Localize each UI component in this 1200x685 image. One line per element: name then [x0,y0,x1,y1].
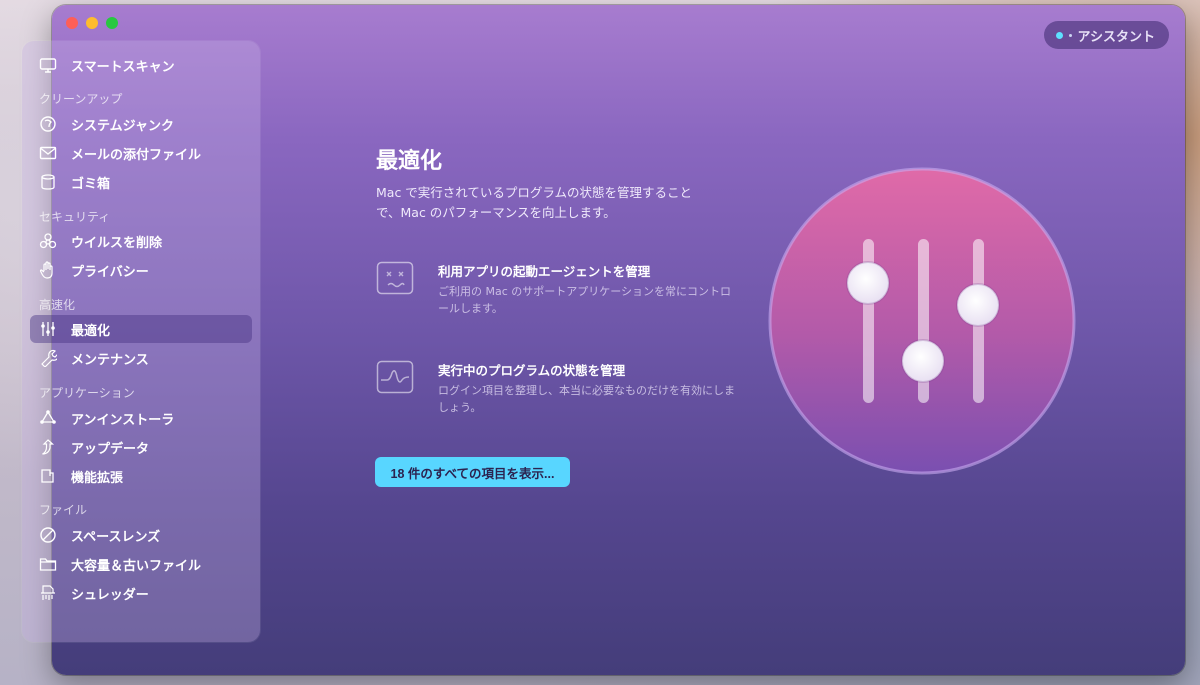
sidebar-item-label: メンテナンス [71,352,149,368]
sidebar-item-mail-attachments[interactable]: メールの添付ファイル [30,139,252,167]
sidebar-item-large-old-files[interactable]: 大容量＆古いファイル [30,550,252,578]
feature-running-programs: 実行中のプログラムの状態を管理 ログイン項目を整理し、本当に必要なものだけを有効… [376,360,746,420]
assistant-button[interactable]: アシスタント [1043,21,1169,49]
page-title: 最適化 [376,149,443,174]
sidebar-item-privacy[interactable]: プライバシー [30,256,252,284]
biohazard-icon [39,232,57,250]
sidebar-item-label: ゴミ箱 [71,176,111,192]
envelope-icon [39,144,57,162]
sidebar-item-label: スマートスキャン [71,59,175,75]
sidebar-item-label: ウイルスを削除 [71,235,163,251]
sidebar-item-label: アップデータ [71,441,150,457]
sidebar-item-label: システムジャンク [71,118,174,134]
sidebar-item-maintenance[interactable]: メンテナンス [30,344,252,372]
feature-launch-agents: 利用アプリの起動エージェントを管理 ご利用の Mac のサポートアプリケーション… [376,261,746,321]
zoom-window-button[interactable] [106,17,118,29]
sidebar-item-label: 最適化 [71,323,111,339]
minimize-window-button[interactable] [86,17,98,29]
sidebar-item-label: プライバシー [71,264,149,280]
monitor-icon [39,56,57,74]
sidebar-item-space-lens[interactable]: スペースレンズ [30,521,252,549]
sidebar-item-optimization[interactable]: 最適化 [30,315,252,343]
sidebar-item-label: アンインストーラ [71,412,175,428]
sidebar-section-speed: 高速化 [39,298,76,312]
close-window-button[interactable] [66,17,78,29]
hand-icon [39,261,57,279]
sidebar-section-cleanup: クリーンアップ [39,92,123,106]
feature-title: 利用アプリの起動エージェントを管理 [438,264,651,279]
assistant-status-icon [1055,31,1063,39]
sidebar-section-applications: アプリケーション [39,386,135,400]
dizzy-face-icon [376,261,414,295]
sidebar-item-extensions[interactable]: 機能拡張 [30,462,252,490]
sliders-icon [39,320,57,338]
activity-graph-icon [376,360,414,394]
sidebar-section-files: ファイル [39,503,88,517]
sidebar-section-security: セキュリティ [39,210,111,224]
shredder-icon [39,584,57,602]
space-lens-icon [39,526,57,544]
sidebar-item-shredder[interactable]: シュレッダー [30,579,252,607]
sidebar-item-smart-scan[interactable]: スマートスキャン [30,51,252,79]
feature-description: ログイン項目を整理し、本当に必要なものだけを有効にしましょう。 [438,384,735,414]
sliders-icon [768,167,1076,475]
sidebar-item-label: スペースレンズ [71,529,161,545]
wrench-icon [39,349,57,367]
page-description: Mac で実行されているプログラムの状態を管理することで、Mac のパフォーマン… [376,185,693,220]
sidebar-item-system-junk[interactable]: システムジャンク [30,110,252,138]
extensions-icon [39,467,57,485]
assistant-label: アシスタント [1077,29,1155,45]
sidebar: スマートスキャン クリーンアップ システムジャンク メールの添付ファイル ゴミ箱… [22,41,260,642]
view-all-items-button[interactable]: 18 件のすべての項目を表示... [375,457,570,487]
sidebar-item-trash[interactable]: ゴミ箱 [30,168,252,196]
system-junk-icon [39,115,57,133]
feature-description: ご利用の Mac のサポートアプリケーションを常にコントロールします。 [438,285,732,315]
sidebar-item-malware-removal[interactable]: ウイルスを削除 [30,227,252,255]
sidebar-item-uninstaller[interactable]: アンインストーラ [30,404,252,432]
uninstaller-icon [39,409,57,427]
sidebar-item-label: メールの添付ファイル [71,147,202,163]
sidebar-item-label: 機能拡張 [71,470,124,486]
trash-icon [39,173,57,191]
folder-icon [39,555,57,573]
updater-icon [39,438,57,456]
assistant-dot-icon [1068,33,1072,37]
traffic-lights [66,17,118,29]
sidebar-item-updater[interactable]: アップデータ [30,433,252,461]
feature-title: 実行中のプログラムの状態を管理 [438,363,626,378]
sidebar-item-label: 大容量＆古いファイル [71,558,202,574]
sidebar-item-label: シュレッダー [71,587,149,603]
